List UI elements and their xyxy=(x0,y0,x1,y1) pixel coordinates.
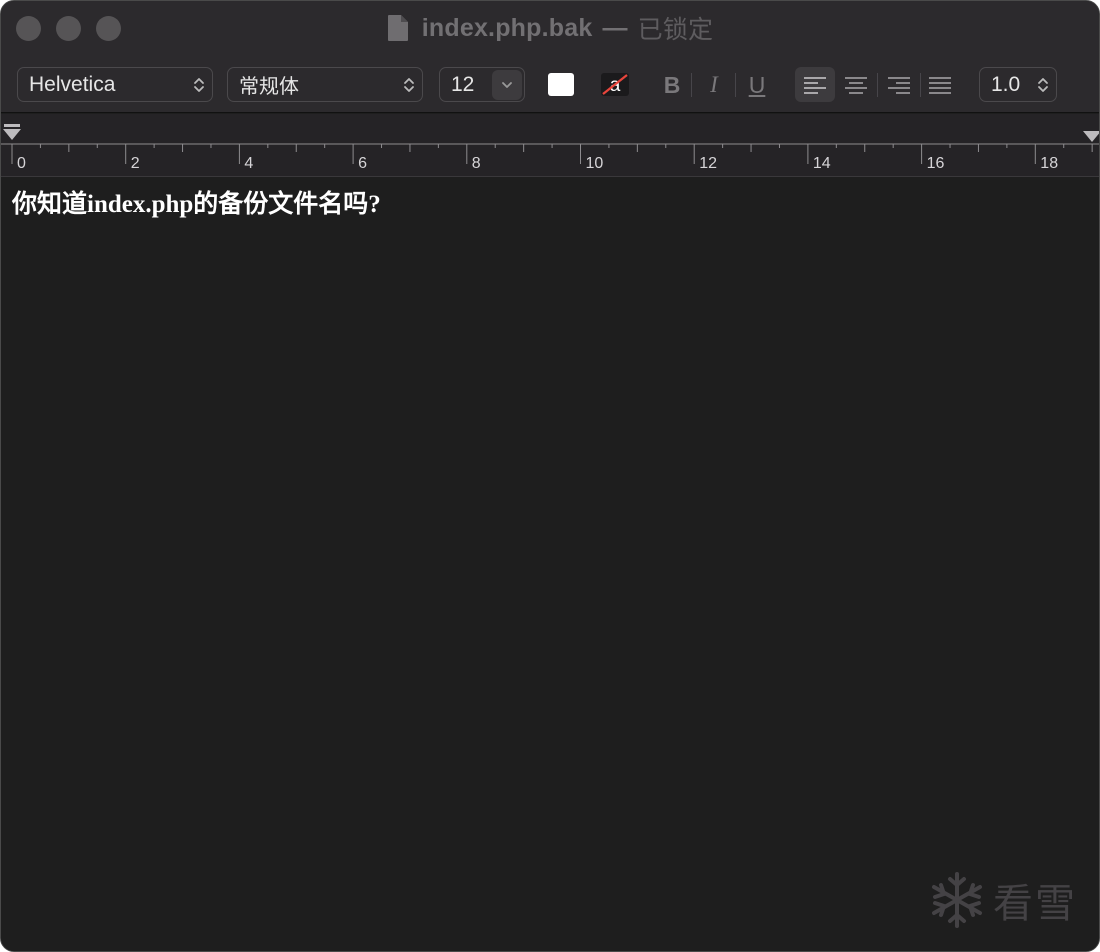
font-size-combo[interactable]: 12 xyxy=(439,67,525,102)
document-text[interactable]: 你知道index.php的备份文件名吗? xyxy=(12,184,381,220)
align-right-button[interactable] xyxy=(879,67,919,102)
text-color-swatch[interactable] xyxy=(548,73,574,96)
toolbar-divider xyxy=(691,73,692,97)
ruler-label: 10 xyxy=(586,155,604,172)
line-spacing-value: 1.0 xyxy=(991,72,1021,96)
ruler-label: 4 xyxy=(244,155,253,172)
left-indent-marker[interactable] xyxy=(3,129,21,140)
ruler-label: 16 xyxy=(927,155,945,172)
ruler-label: 2 xyxy=(131,155,140,172)
chevron-up-down-icon xyxy=(186,76,212,94)
underline-button[interactable]: U xyxy=(739,69,775,101)
align-right-icon xyxy=(888,76,910,94)
background-color-swatch[interactable]: a xyxy=(601,73,629,96)
font-style-popup[interactable]: 常规体 xyxy=(227,67,423,102)
chevron-down-icon xyxy=(502,81,512,88)
ruler-label: 12 xyxy=(699,155,717,172)
align-left-icon xyxy=(804,76,826,94)
line-spacing-popup[interactable]: 1.0 xyxy=(979,67,1057,102)
font-size-dropdown-button[interactable] xyxy=(492,69,522,100)
italic-button[interactable]: I xyxy=(696,69,732,101)
document-area[interactable]: 你知道index.php的备份文件名吗? xyxy=(1,178,1099,951)
ruler-label: 8 xyxy=(472,155,481,172)
ruler-scale: 0 2 4 6 8 10 12 14 16 18 xyxy=(1,124,1100,172)
font-family-popup[interactable]: Helvetica xyxy=(17,67,213,102)
locked-status[interactable]: 已锁定 xyxy=(638,10,714,46)
watermark-text: 看雪 xyxy=(993,881,1077,927)
toolbar-divider xyxy=(877,73,878,97)
align-justify-icon xyxy=(929,76,951,94)
first-line-indent-marker[interactable] xyxy=(4,124,20,127)
document-icon xyxy=(387,14,409,42)
align-left-button[interactable] xyxy=(795,67,835,102)
ruler[interactable]: 0 2 4 6 8 10 12 14 16 18 xyxy=(1,114,1099,177)
align-center-icon xyxy=(845,76,867,94)
watermark: 看雪 xyxy=(929,869,1077,931)
title-separator: — xyxy=(602,13,628,42)
ruler-label: 6 xyxy=(358,155,367,172)
ruler-label: 0 xyxy=(17,155,26,172)
chevron-up-down-icon xyxy=(1030,76,1056,94)
window-filename: index.php.bak xyxy=(421,13,593,42)
font-family-value: Helvetica xyxy=(29,72,116,96)
alignment-control xyxy=(795,67,961,102)
justify-button[interactable] xyxy=(920,67,960,102)
bold-button[interactable]: B xyxy=(654,69,690,101)
title-bar: index.php.bak — 已锁定 Helvetica 常规体 12 B I… xyxy=(1,1,1099,113)
font-style-value: 常规体 xyxy=(239,74,299,98)
ruler-label: 18 xyxy=(1040,155,1058,172)
window-title[interactable]: index.php.bak — 已锁定 xyxy=(1,11,1099,45)
snowflake-icon xyxy=(932,872,982,928)
ruler-label: 14 xyxy=(813,155,831,172)
right-indent-marker[interactable] xyxy=(1083,131,1100,142)
toolbar-divider xyxy=(735,73,736,97)
align-center-button[interactable] xyxy=(836,67,876,102)
font-size-value[interactable]: 12 xyxy=(440,73,492,97)
textedit-window: index.php.bak — 已锁定 Helvetica 常规体 12 B I… xyxy=(0,0,1100,952)
chevron-up-down-icon xyxy=(396,76,422,94)
